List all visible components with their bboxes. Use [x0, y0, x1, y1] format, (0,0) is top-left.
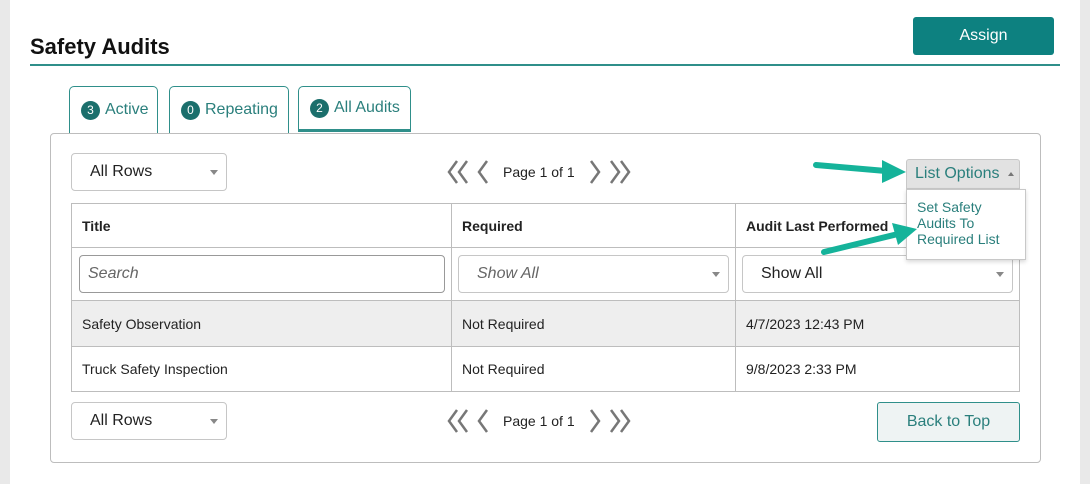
prev-page-icon[interactable]: [477, 159, 489, 185]
next-page-icon[interactable]: [589, 408, 601, 434]
tab-count-badge: 0: [181, 100, 200, 120]
prev-page-icon[interactable]: [477, 408, 489, 434]
chevron-down-icon: [996, 272, 1004, 277]
cell-title: Safety Observation: [72, 301, 452, 346]
last-page-icon[interactable]: [609, 159, 631, 185]
tab-label: Active: [105, 101, 149, 118]
table-row[interactable]: Safety Observation Not Required 4/7/2023…: [72, 301, 1019, 347]
tab-count-badge: 3: [81, 100, 100, 120]
list-options-label: List Options: [915, 165, 1000, 182]
list-options-button[interactable]: List Options: [906, 159, 1020, 189]
filter-row: Search Show All Show All: [72, 248, 1019, 301]
last-performed-filter-select[interactable]: Show All: [742, 255, 1013, 293]
cell-required: Not Required: [452, 347, 736, 391]
tab-label: Repeating: [205, 101, 278, 118]
pagination-bottom: Page 1 of 1: [447, 408, 631, 434]
back-to-top-button[interactable]: Back to Top: [877, 402, 1020, 442]
page-title: Safety Audits: [30, 34, 170, 59]
page: Safety Audits Assign 3 Active 0 Repeatin…: [10, 0, 1080, 484]
title-divider: [30, 64, 1060, 66]
column-header-title[interactable]: Title: [72, 204, 452, 247]
tab-count-badge: 2: [310, 98, 329, 118]
rows-select-value: All Rows: [90, 412, 153, 429]
tab-repeating[interactable]: 0 Repeating: [169, 86, 289, 133]
menu-item-line[interactable]: Required List: [917, 231, 1015, 247]
audits-table: Title Required Audit Last Performed Sear…: [71, 203, 1020, 392]
pagination-top: Page 1 of 1: [447, 159, 631, 185]
table-row[interactable]: Truck Safety Inspection Not Required 9/8…: [72, 347, 1019, 391]
column-header-required[interactable]: Required: [452, 204, 736, 247]
list-options-menu[interactable]: Set Safety Audits To Required List: [906, 189, 1026, 260]
chevron-down-icon: [712, 272, 720, 277]
cell-title: Truck Safety Inspection: [72, 347, 452, 391]
menu-item-line[interactable]: Audits To: [917, 215, 1015, 231]
audits-panel: All Rows Page 1 of 1 List Options Set Sa…: [50, 133, 1041, 463]
assign-button[interactable]: Assign: [913, 17, 1054, 55]
next-page-icon[interactable]: [589, 159, 601, 185]
tab-label: All Audits: [334, 99, 400, 116]
rows-select-value: All Rows: [90, 163, 153, 180]
rows-per-page-select[interactable]: All Rows: [71, 153, 227, 191]
table-header-row: Title Required Audit Last Performed: [72, 204, 1019, 248]
page-indicator: Page 1 of 1: [503, 413, 575, 429]
title-filter-cell: Search: [72, 248, 452, 300]
first-page-icon[interactable]: [447, 408, 469, 434]
page-indicator: Page 1 of 1: [503, 164, 575, 180]
required-filter-value: Show All: [477, 265, 539, 282]
required-filter-cell: Show All: [452, 248, 736, 300]
tab-active[interactable]: 3 Active: [69, 86, 158, 133]
last-page-icon[interactable]: [609, 408, 631, 434]
search-input[interactable]: Search: [79, 255, 445, 293]
chevron-down-icon: [210, 170, 218, 175]
tab-all-audits[interactable]: 2 All Audits: [298, 86, 411, 132]
menu-item-line[interactable]: Set Safety: [917, 199, 1015, 215]
cell-last-performed: 9/8/2023 2:33 PM: [746, 361, 857, 377]
last-performed-filter-value: Show All: [761, 265, 823, 282]
chevron-down-icon: [210, 419, 218, 424]
rows-per-page-select-bottom[interactable]: All Rows: [71, 402, 227, 440]
required-filter-select[interactable]: Show All: [458, 255, 729, 293]
chevron-up-icon: [1008, 172, 1014, 176]
first-page-icon[interactable]: [447, 159, 469, 185]
cell-last-performed: 4/7/2023 12:43 PM: [746, 315, 865, 332]
cell-required: Not Required: [452, 301, 736, 346]
